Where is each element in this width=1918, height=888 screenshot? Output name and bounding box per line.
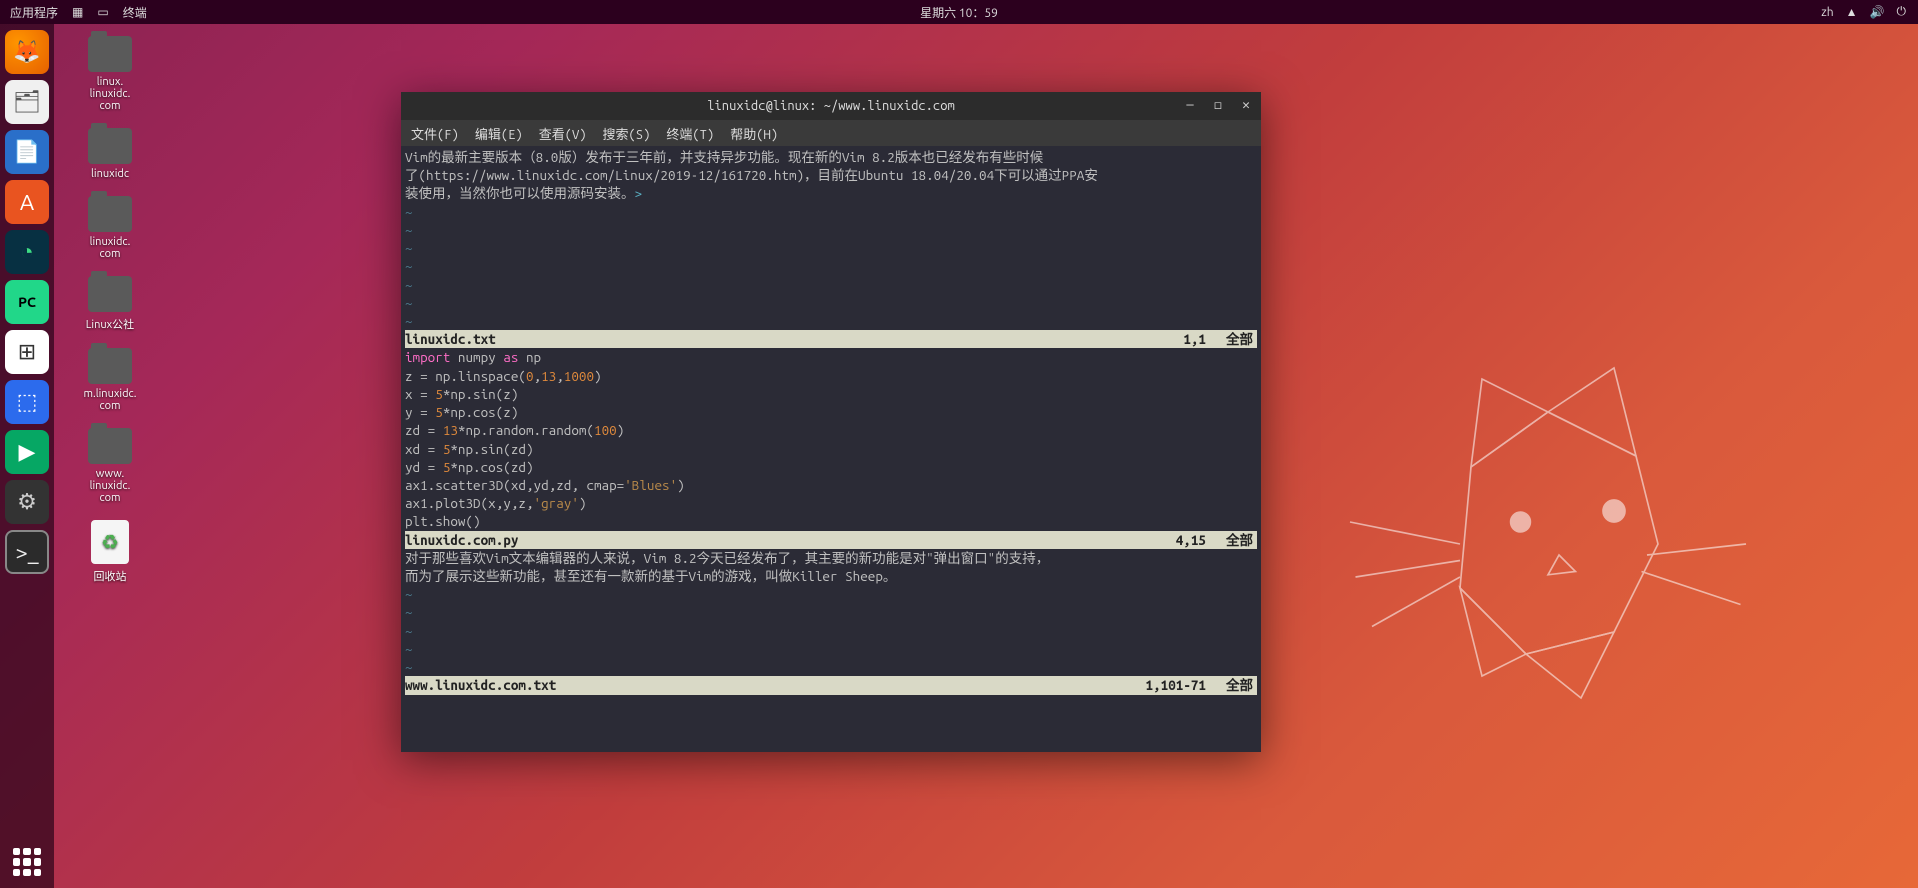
writer-icon[interactable]: 📄 [5,130,49,174]
folder-icon [88,428,132,464]
folder-icon [88,128,132,164]
terminal-menubar: 文件(F) 编辑(E) 查看(V) 搜索(S) 终端(T) 帮助(H) [401,120,1261,146]
snap-icon[interactable]: ▶ [5,430,49,474]
android-studio-icon[interactable]: ◔ [5,230,49,274]
close-button[interactable]: ✕ [1237,96,1255,114]
volume-icon[interactable]: 🔊 [1870,5,1885,19]
applications-menu[interactable]: 应用程序 [10,4,58,21]
folder-linuxidc[interactable]: linuxidc [70,128,150,180]
settings-icon[interactable]: ⚙ [5,480,49,524]
dock: 🦊 🗂 📄 A ◔ PC ⊞ ⬚ ▶ ⚙ >_ [0,24,54,888]
pycharm-icon[interactable]: PC [5,280,49,324]
folder-m-linuxidc-com[interactable]: m.linuxidc. com [70,348,150,412]
window-titlebar[interactable]: linuxidc@linux: ~/www.linuxidc.com — ◻ ✕ [401,92,1261,120]
folder-icon [88,276,132,312]
window-icon[interactable]: ▭ [97,5,108,19]
software-icon[interactable]: A [5,180,49,224]
ime-indicator[interactable]: zh [1821,6,1833,19]
menu-file[interactable]: 文件(F) [411,124,459,143]
trash-icon: ♻ [91,520,129,564]
vim-status-3: www.linuxidc.com.txt1,101-71全部 [405,676,1257,694]
grid-icon[interactable]: ▦ [72,5,83,19]
folder-icon [88,196,132,232]
maximize-button[interactable]: ◻ [1209,96,1227,114]
terminal-icon[interactable]: >_ [5,530,49,574]
power-icon[interactable]: ⏻ [1897,5,1907,19]
folder-icon [88,36,132,72]
terminal-body[interactable]: Vim的最新主要版本（8.0版）发布于三年前，并支持异步功能。现在新的Vim 8… [401,146,1261,752]
folder-linux-linuxidc-com[interactable]: linux. linuxidc. com [70,36,150,112]
window-title: linuxidc@linux: ~/www.linuxidc.com [707,99,955,113]
menu-view[interactable]: 查看(V) [539,124,587,143]
menu-search[interactable]: 搜索(S) [603,124,651,143]
terminal-window: linuxidc@linux: ~/www.linuxidc.com — ◻ ✕… [401,92,1261,752]
folder-www-linuxidc-com[interactable]: www. linuxidc. com [70,428,150,504]
show-applications[interactable] [13,848,41,876]
folder-linuxidc-com[interactable]: linuxidc. com [70,196,150,260]
trash[interactable]: ♻回收站 [70,520,150,584]
network-icon[interactable]: ▲ [1846,5,1858,19]
vim-pane-1-text: Vim的最新主要版本（8.0版）发布于三年前，并支持异步功能。现在新的Vim 8… [405,149,1098,201]
top-panel: 应用程序 ▦ ▭ 终端 星期六 10：59 zh ▲ 🔊 ⏻ [0,0,1918,24]
vim-status-1: linuxidc.txt1,1全部 [405,330,1257,348]
terminal-indicator[interactable]: 终端 [123,4,147,21]
minimize-button[interactable]: — [1181,96,1199,114]
screenshot-icon[interactable]: ⬚ [5,380,49,424]
files-icon[interactable]: 🗂 [5,80,49,124]
desktop-icons: linux. linuxidc. com linuxidc linuxidc. … [70,36,150,584]
menu-help[interactable]: 帮助(H) [730,124,778,143]
vim-status-2: linuxidc.com.py4,15全部 [405,531,1257,549]
vim-pane-3-text: 对于那些喜欢Vim文本编辑器的人来说，Vim 8.2今天已经发布了，其主要的新功… [405,550,1049,584]
firefox-icon[interactable]: 🦊 [5,30,49,74]
wallpaper-cat-art [1328,324,1768,768]
menu-terminal[interactable]: 终端(T) [666,124,714,143]
folder-icon [88,348,132,384]
menu-edit[interactable]: 编辑(E) [475,124,523,143]
folder-linux-gongshe[interactable]: Linux公社 [70,276,150,332]
clock[interactable]: 星期六 10：59 [920,4,998,21]
tweaks-icon[interactable]: ⊞ [5,330,49,374]
